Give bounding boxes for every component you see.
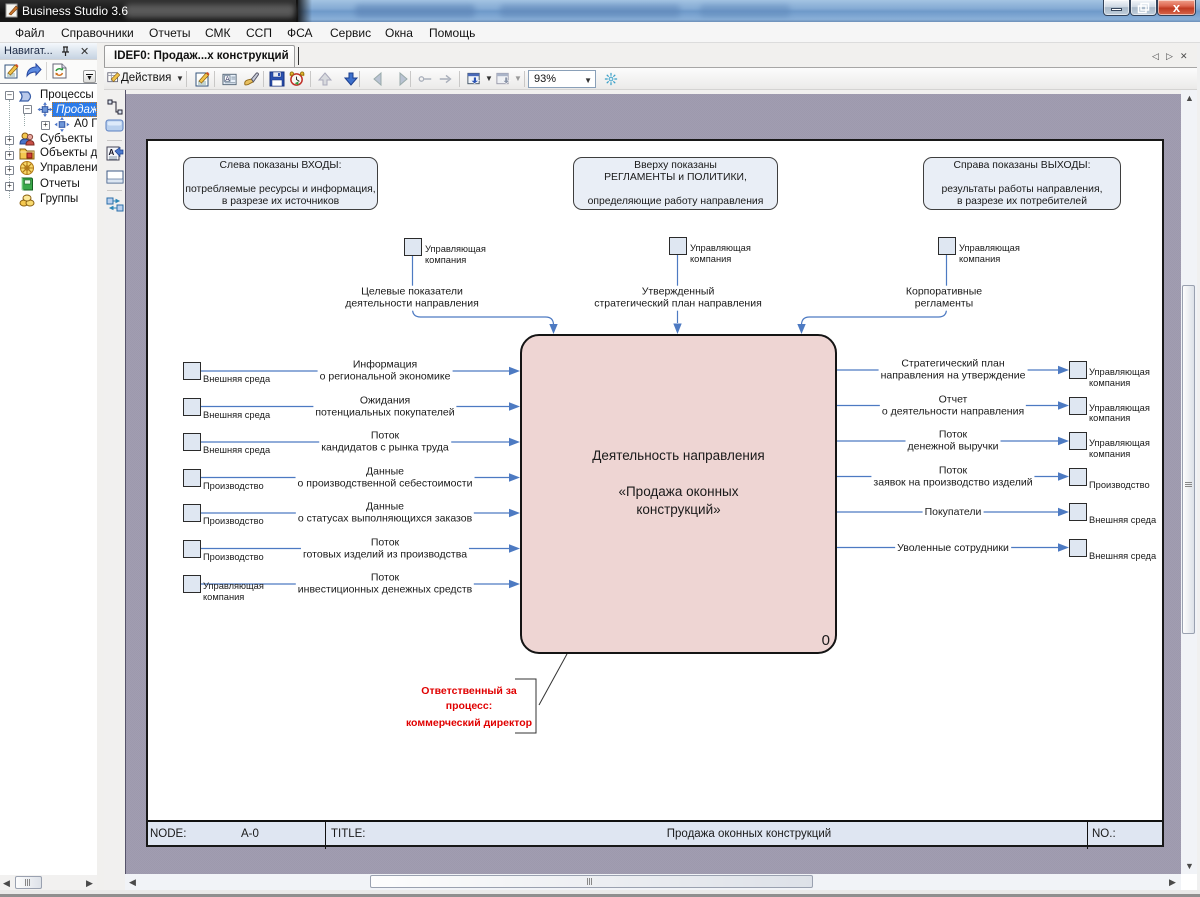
svg-text:A: A — [225, 76, 230, 83]
svg-text:A: A — [109, 148, 115, 157]
